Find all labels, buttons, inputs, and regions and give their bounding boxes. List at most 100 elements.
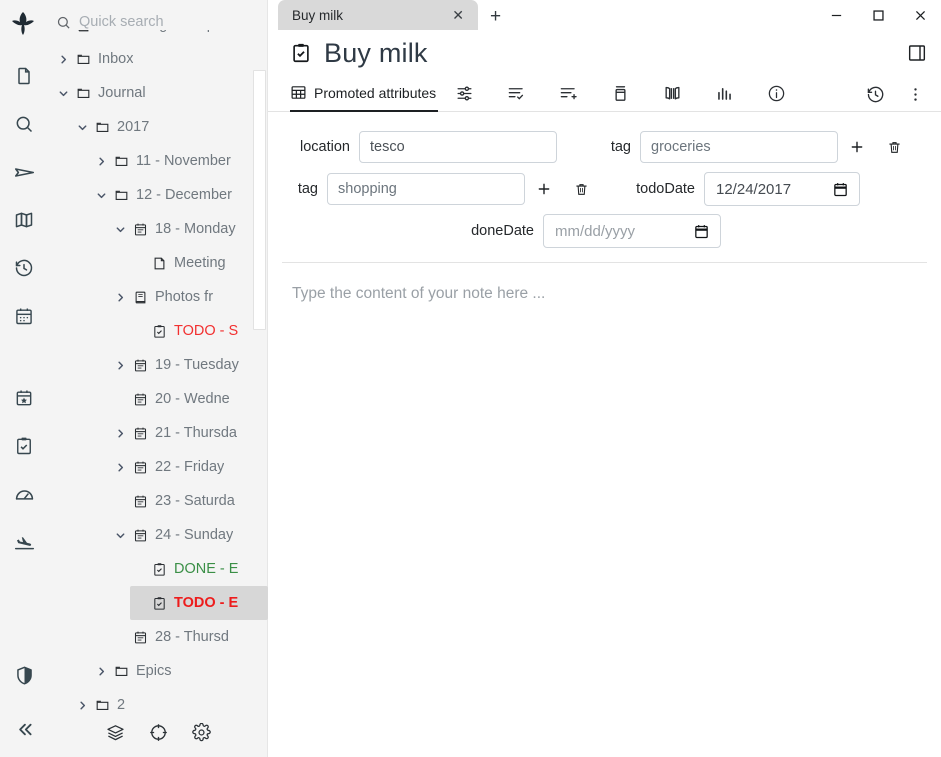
note-tree-scroll-area[interactable]: Formatting examp Inbox Journal 201711 - Nov… (48, 30, 268, 757)
tree-item-label: Meeting (174, 255, 226, 271)
tree-row[interactable]: Photos fr (111, 280, 268, 314)
history-clock-icon[interactable] (855, 76, 895, 112)
right-panel-toggle-icon[interactable] (901, 37, 933, 69)
chevron-down-icon[interactable] (54, 88, 72, 99)
tree-scrollbar[interactable] (253, 70, 266, 330)
search-icon[interactable] (0, 100, 48, 148)
folder-icon (91, 120, 113, 135)
icon-rail (0, 0, 48, 757)
tree-item-label: 12 - December (136, 187, 232, 203)
chevron-right-icon[interactable] (111, 462, 129, 473)
tree-row[interactable]: 19 - Tuesday (111, 348, 268, 382)
bar-chart-icon[interactable] (698, 76, 750, 112)
tree-row[interactable]: 20 - Wedne (111, 382, 268, 416)
chevron-right-icon[interactable] (92, 666, 110, 677)
clipboard-check-icon[interactable] (0, 422, 48, 470)
chevron-right-icon[interactable] (111, 360, 129, 371)
tab-promoted-attributes[interactable]: Promoted attributes (290, 76, 438, 112)
calendar-picker-icon[interactable] (832, 181, 849, 198)
chevron-right-icon[interactable] (73, 700, 91, 711)
calendar-icon[interactable] (0, 292, 48, 340)
tree-row[interactable]: Journal (54, 76, 268, 110)
tab-buy-milk[interactable]: Buy milk ✕ (278, 0, 478, 30)
chevron-down-icon[interactable] (92, 190, 110, 201)
book-open-icon[interactable] (646, 76, 698, 112)
chevron-down-icon[interactable] (73, 122, 91, 133)
trash-icon[interactable] (571, 177, 591, 201)
tree-item-label: Formatting examp (98, 30, 215, 33)
plane-landing-icon[interactable] (0, 518, 48, 566)
attribute-tag: tag (288, 173, 591, 205)
send-paper-plane-icon[interactable] (0, 148, 48, 196)
tree-row[interactable]: Epics (92, 654, 268, 688)
tree-row[interactable]: 23 - Saturda (111, 484, 268, 518)
close-icon[interactable]: ✕ (448, 8, 468, 22)
note-editor-body[interactable]: Type the content of your note here ... (268, 263, 941, 757)
attribute-doneDate: doneDate (462, 214, 721, 248)
search-input[interactable] (79, 14, 229, 30)
crosshair-globe-icon[interactable] (149, 723, 168, 742)
plus-icon[interactable] (534, 177, 554, 201)
chevron-right-icon[interactable] (111, 292, 129, 303)
minimize-button[interactable] (815, 0, 857, 30)
list-plus-icon[interactable] (542, 76, 594, 112)
chevron-right-icon[interactable] (92, 156, 110, 167)
tree-row[interactable]: 12 - December (92, 178, 268, 212)
note-page-icon[interactable] (0, 52, 48, 100)
shield-icon[interactable] (0, 649, 48, 701)
tree-row[interactable]: Meeting (130, 246, 268, 280)
attribute-value-input-location[interactable] (359, 131, 557, 163)
tree-row[interactable]: TODO - S (130, 314, 268, 348)
tree-row[interactable]: 28 - Thursd (111, 620, 268, 654)
maximize-button[interactable] (857, 0, 899, 30)
plus-icon[interactable] (847, 135, 867, 159)
archive-box-icon[interactable] (594, 76, 646, 112)
calendar-picker-icon[interactable] (693, 223, 710, 240)
new-tab-button[interactable]: + (490, 7, 501, 30)
gauge-icon[interactable] (0, 470, 48, 518)
tree-row[interactable]: 2017 (73, 110, 268, 144)
attribute-todoDate: todoDate (623, 172, 860, 206)
attribute-value-input-tag[interactable] (640, 131, 838, 163)
tree-row[interactable]: 22 - Friday (111, 450, 268, 484)
chevron-right-icon[interactable] (54, 30, 72, 31)
tree-row[interactable]: 11 - November (92, 144, 268, 178)
tree-item-label: DONE - E (174, 561, 238, 577)
map-icon[interactable] (0, 196, 48, 244)
chevron-double-left-icon[interactable] (0, 701, 48, 757)
info-circle-icon[interactable] (750, 76, 802, 112)
chevron-down-icon[interactable] (111, 530, 129, 541)
chevron-right-icon[interactable] (54, 54, 72, 65)
date-field-wrapper (704, 172, 860, 206)
layers-icon[interactable] (106, 723, 125, 742)
tree-row[interactable]: 21 - Thursda (111, 416, 268, 450)
attribute-value-input-tag[interactable] (327, 173, 525, 205)
calendar-star-icon[interactable] (0, 374, 48, 422)
book-icon (129, 290, 151, 305)
list-check-icon[interactable] (490, 76, 542, 112)
tree-row[interactable]: 18 - Monday (111, 212, 268, 246)
tree-item-label: Journal (98, 85, 146, 101)
clipboard-check-icon[interactable] (290, 42, 312, 64)
history-clock-icon[interactable] (0, 244, 48, 292)
window-controls (815, 0, 941, 30)
close-button[interactable] (899, 0, 941, 30)
calendar-day-icon (129, 426, 151, 441)
chevron-right-icon[interactable] (111, 428, 129, 439)
tree-row[interactable]: 24 - Sunday (111, 518, 268, 552)
sliders-icon[interactable] (438, 76, 490, 112)
ribbon-right-actions (855, 76, 935, 112)
tree-row[interactable]: Formatting examp (54, 30, 268, 42)
tree-row-selected[interactable]: TODO - E (130, 586, 268, 620)
tree-item-label: 24 - Sunday (155, 527, 233, 543)
trash-icon[interactable] (884, 135, 904, 159)
tree-row[interactable]: Inbox (54, 42, 268, 76)
page-title[interactable]: Buy milk (324, 38, 428, 69)
chevron-down-icon[interactable] (111, 224, 129, 235)
tree-item-label: TODO - E (174, 595, 238, 611)
tree-item-label: 22 - Friday (155, 459, 224, 475)
tree-item-label: 20 - Wedne (155, 391, 230, 407)
kebab-menu-icon[interactable] (895, 76, 935, 112)
tree-row[interactable]: DONE - E (130, 552, 268, 586)
gear-icon[interactable] (192, 723, 211, 742)
